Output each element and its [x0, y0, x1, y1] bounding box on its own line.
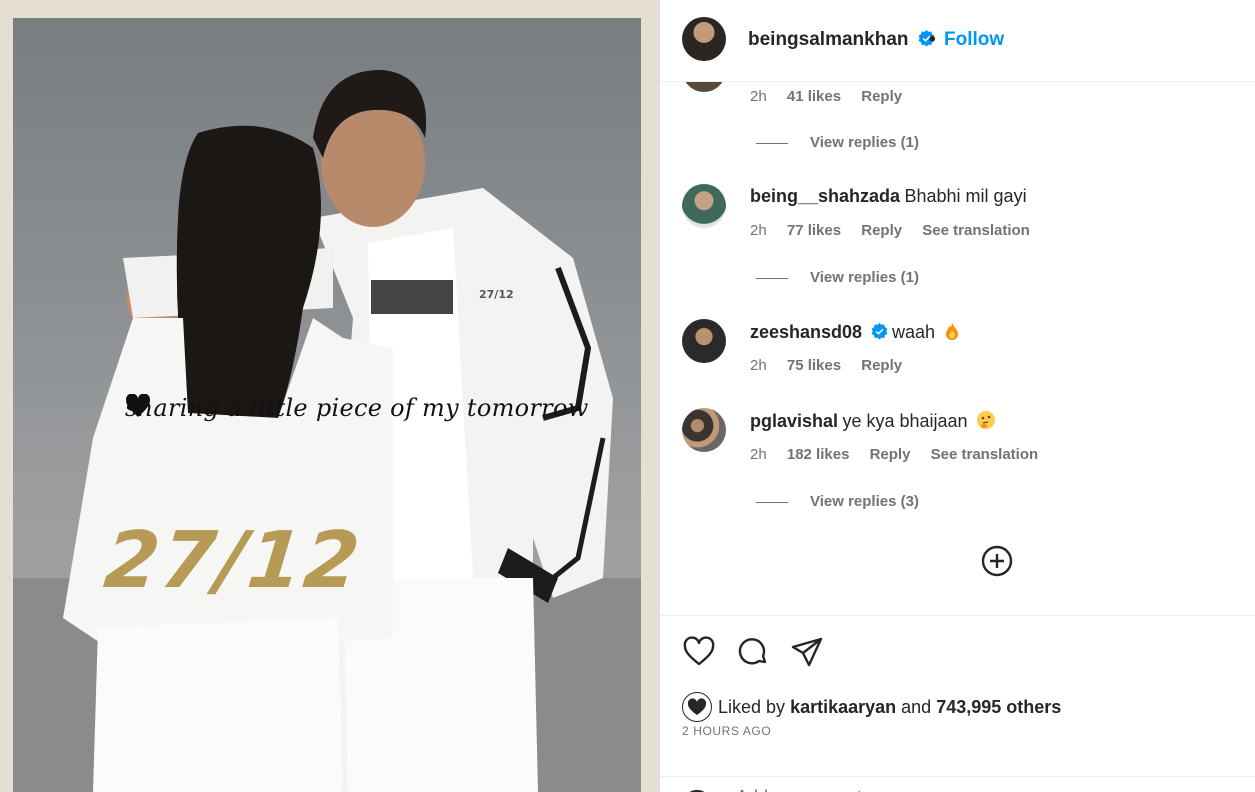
black-heart-icon: [126, 394, 150, 417]
comment-body: pglavishal ye kya bhaijaan: [750, 410, 996, 432]
overlay-caption: sharing a little piece of my tomorrow: [125, 394, 588, 422]
reply-button[interactable]: Reply: [861, 222, 902, 239]
view-replies-label[interactable]: View replies (1): [810, 269, 919, 286]
load-more-comments-icon[interactable]: [981, 545, 1013, 577]
overlay-caption-text: sharing a little piece of my: [125, 394, 459, 422]
liker-avatar[interactable]: [682, 692, 712, 722]
add-comment-input[interactable]: [736, 787, 1156, 792]
post-header: beingsalmankhan • Follow: [660, 0, 1255, 82]
comment-meta: 2h 41 likes Reply: [750, 88, 918, 105]
comment-meta: 2h 77 likes Reply See translation: [750, 222, 1046, 239]
post-photo: sharing a little piece of my tomorrow 27…: [13, 18, 641, 792]
comment-icon[interactable]: [736, 635, 770, 669]
comment-text: ye kya bhaijaan: [842, 411, 968, 431]
comment-text: Bhabhi mil gayi: [904, 186, 1027, 206]
comment-likes[interactable]: 77 likes: [787, 222, 841, 239]
commenter-username[interactable]: zeeshansd08: [750, 322, 862, 342]
commenter-avatar[interactable]: [682, 408, 726, 452]
comment-time: 2h: [750, 357, 767, 374]
commenter-avatar[interactable]: [682, 184, 726, 228]
comment-time: 2h: [750, 222, 767, 239]
comment-body: zeeshansd08 waah: [750, 321, 961, 343]
post-media[interactable]: sharing a little piece of my tomorrow 27…: [0, 0, 659, 792]
liker-username[interactable]: kartikaaryan: [790, 697, 896, 717]
header-separator: •: [929, 29, 936, 50]
see-translation-button[interactable]: See translation: [931, 446, 1039, 463]
likes-summary[interactable]: Liked by kartikaaryan and 743,995 others: [682, 692, 1061, 722]
comment-text: waah: [891, 322, 935, 342]
post-actions: Liked by kartikaaryan and 743,995 others…: [660, 615, 1255, 792]
thinking-emoji-icon: [977, 411, 996, 429]
author-avatar[interactable]: [682, 17, 726, 61]
add-comment-bar: [660, 776, 1255, 792]
replies-divider: [756, 501, 788, 503]
view-replies-label[interactable]: View replies (1): [810, 134, 919, 151]
heart-icon[interactable]: [682, 635, 716, 669]
comment-likes[interactable]: 182 likes: [787, 446, 850, 463]
replies-divider: [756, 277, 788, 279]
commenter-username[interactable]: pglavishal: [750, 411, 838, 431]
view-replies-button[interactable]: View replies (1): [756, 134, 919, 151]
comments-list[interactable]: 2h 41 likes Reply View replies (1) being…: [660, 82, 1255, 615]
jacket-chest-print: 27/12: [479, 288, 514, 301]
reply-button[interactable]: Reply: [870, 446, 911, 463]
author-username[interactable]: beingsalmankhan: [748, 29, 935, 51]
view-replies-button[interactable]: View replies (3): [756, 493, 919, 510]
reply-button[interactable]: Reply: [861, 357, 902, 374]
commenter-avatar[interactable]: [682, 82, 726, 92]
verified-badge-icon: [871, 323, 887, 340]
hoodie-back-print: 27/12: [100, 516, 366, 606]
comment-meta: 2h 182 likes Reply See translation: [750, 446, 1054, 463]
commenter-username[interactable]: being__shahzada: [750, 186, 900, 206]
liker-heart-icon: [687, 698, 707, 715]
comment-likes[interactable]: 41 likes: [787, 88, 841, 105]
post-side-panel: beingsalmankhan • Follow 2h 41 likes Rep…: [659, 0, 1255, 792]
likes-and: and: [901, 697, 932, 717]
likes-count[interactable]: 743,995 others: [936, 697, 1061, 717]
likes-prefix: Liked by: [718, 697, 786, 717]
fire-emoji-icon: [946, 322, 959, 340]
post-timestamp[interactable]: 2 HOURS AGO: [682, 724, 771, 738]
commenter-avatar[interactable]: [682, 319, 726, 363]
reply-button[interactable]: Reply: [861, 88, 902, 105]
comment-time: 2h: [750, 88, 767, 105]
overlay-caption-end: tomorrow: [466, 394, 589, 422]
comment-likes[interactable]: 75 likes: [787, 357, 841, 374]
replies-divider: [756, 142, 788, 144]
share-icon[interactable]: [790, 635, 824, 669]
view-replies-label[interactable]: View replies (3): [810, 493, 919, 510]
author-username-text[interactable]: beingsalmankhan: [748, 29, 909, 50]
comment-meta: 2h 75 likes Reply: [750, 357, 918, 374]
comment-body: being__shahzada Bhabhi mil gayi: [750, 186, 1027, 207]
follow-button[interactable]: Follow: [944, 29, 1004, 51]
view-replies-button[interactable]: View replies (1): [756, 269, 919, 286]
comment-time: 2h: [750, 446, 767, 463]
see-translation-button[interactable]: See translation: [922, 222, 1030, 239]
